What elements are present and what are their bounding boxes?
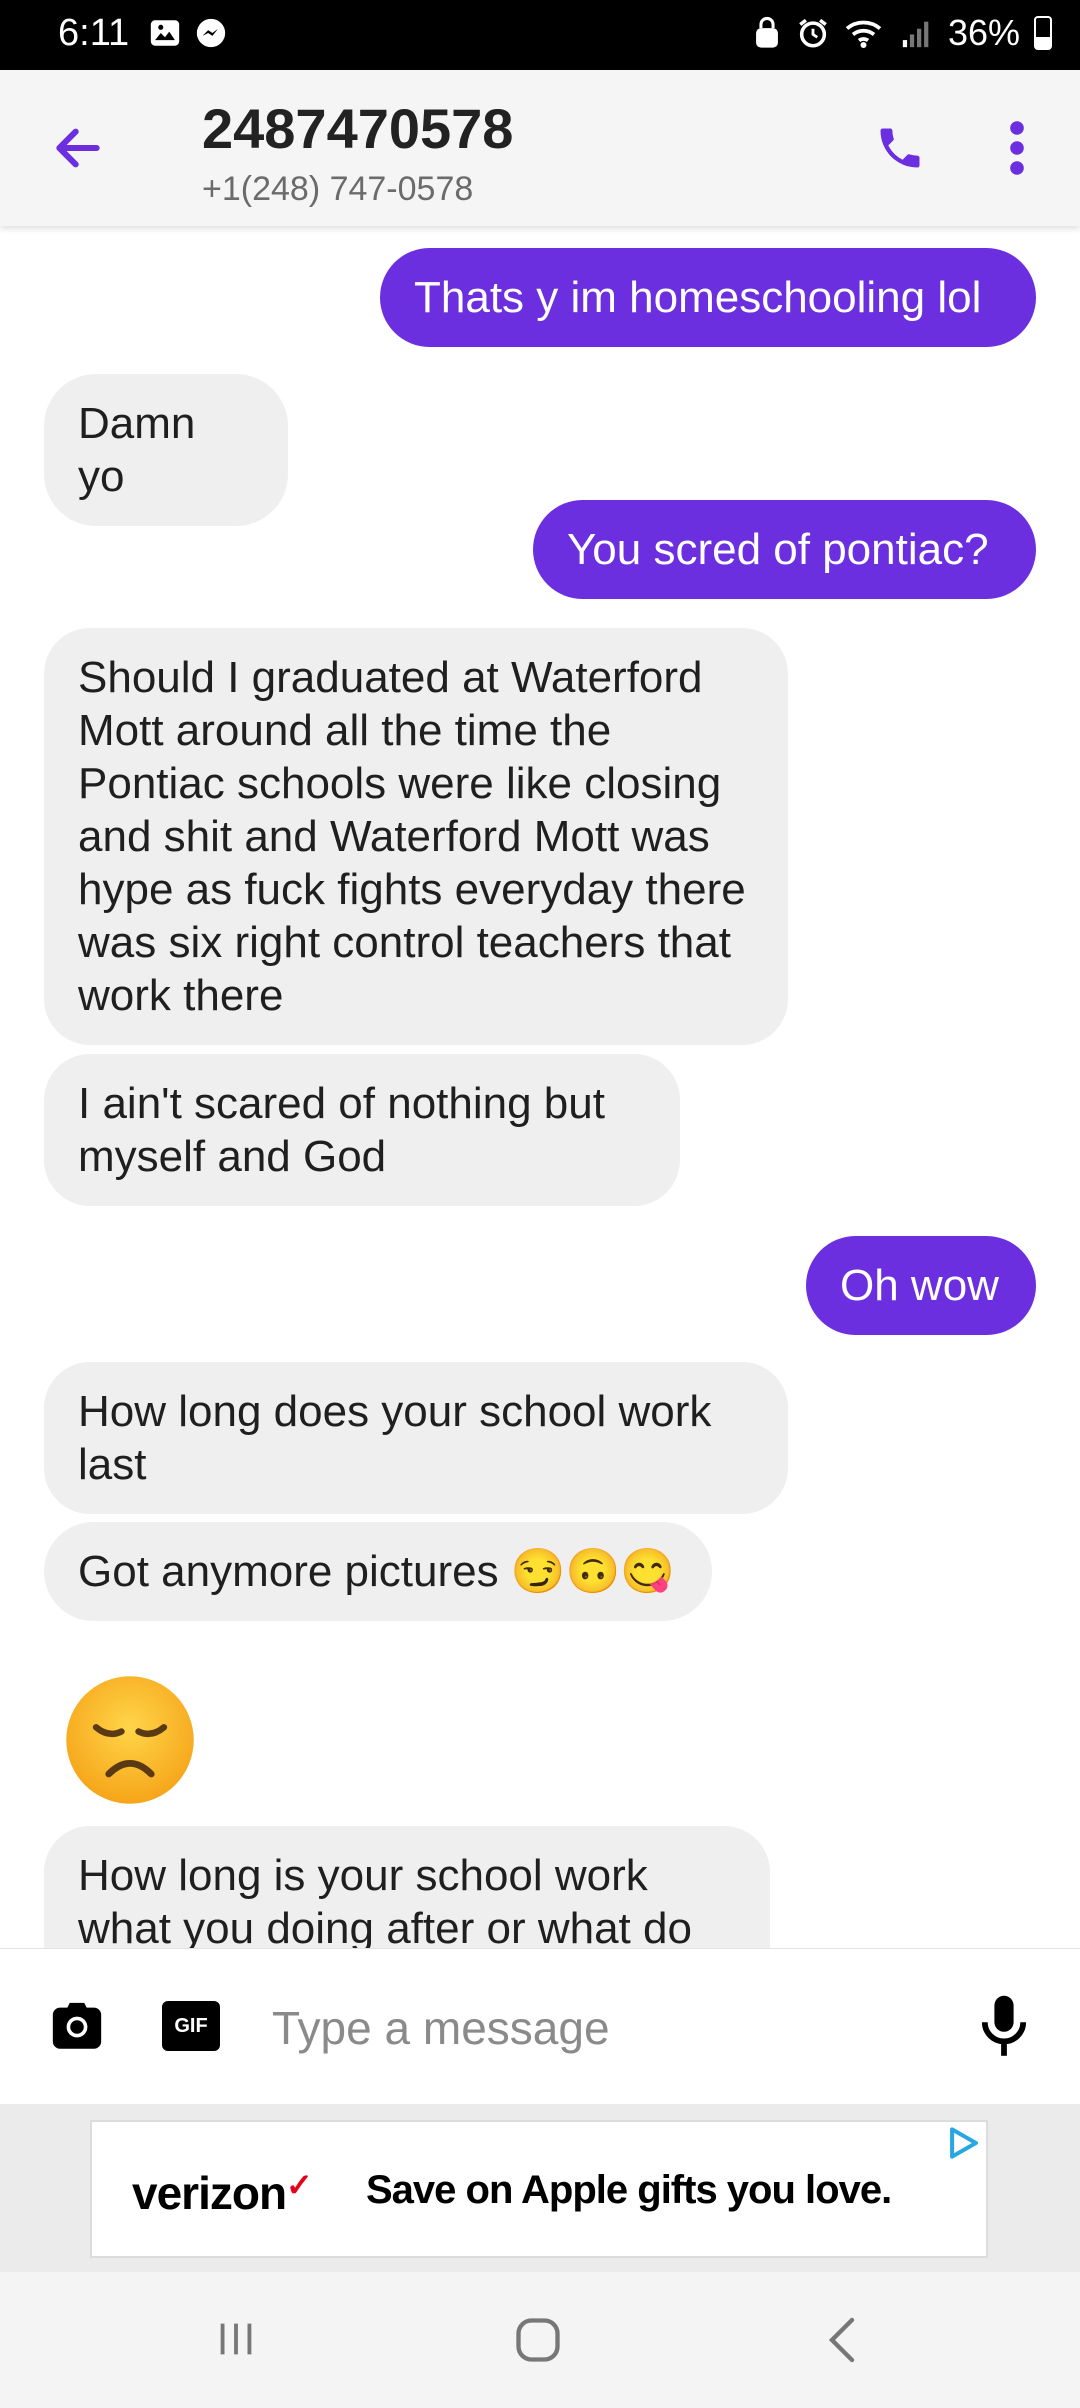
wifi-icon — [845, 20, 882, 48]
battery-icon — [1034, 16, 1052, 50]
message-bubble-outgoing[interactable]: Thats y im homeschooling lol — [380, 248, 1036, 347]
recent-apps-icon[interactable] — [212, 2316, 260, 2362]
disappointed-face-emoji-icon[interactable] — [62, 1672, 198, 1808]
lock-icon — [756, 16, 778, 48]
message-bubble-incoming[interactable]: I ain't scared of nothing but myself and… — [44, 1054, 680, 1206]
battery-percent: 36% — [947, 12, 1020, 53]
messenger-notification-icon — [196, 18, 226, 48]
back-arrow-icon[interactable] — [50, 120, 106, 176]
message-bubble-incoming[interactable]: Got anymore pictures 😏🙃😋 — [44, 1522, 712, 1621]
signal-icon — [902, 21, 929, 48]
ad-brand-logo: verizon✓ — [132, 2167, 313, 2219]
message-bubble-incoming[interactable]: Should I graduated at Waterford Mott aro… — [44, 628, 788, 1045]
contact-number: +1(248) 747-0578 — [202, 170, 474, 208]
conversation-header: 2487470578 +1(248) 747-0578 — [0, 70, 1080, 226]
ad-banner[interactable]: verizon✓ Save on Apple gifts you love. — [90, 2120, 988, 2258]
more-options-icon[interactable] — [1000, 120, 1034, 176]
message-input[interactable] — [270, 1987, 924, 2069]
nav-back-icon[interactable] — [822, 2316, 862, 2364]
ad-choices-icon[interactable] — [946, 2126, 982, 2160]
battery-fill — [1036, 37, 1050, 48]
alarm-icon — [799, 18, 827, 48]
phone-call-icon[interactable] — [874, 122, 926, 174]
home-icon[interactable] — [512, 2314, 564, 2366]
status-bar: 6:11 36% — [0, 0, 1080, 70]
system-nav-bar — [0, 2272, 1080, 2408]
message-bubble-outgoing[interactable]: Oh wow — [806, 1236, 1036, 1335]
microphone-icon[interactable] — [980, 1993, 1028, 2061]
message-bubble-incoming[interactable]: Damn yo — [44, 374, 288, 526]
message-bubble-incoming[interactable]: How long is your school work what you do… — [44, 1826, 770, 1948]
message-bubble-outgoing[interactable]: You scred of pontiac? — [533, 500, 1036, 599]
gallery-notification-icon — [150, 20, 180, 46]
contact-name: 2487470578 — [202, 97, 514, 160]
ad-area: verizon✓ Save on Apple gifts you love. — [0, 2104, 1080, 2272]
ad-text: Save on Apple gifts you love. — [366, 2168, 892, 2212]
message-list[interactable]: Thats y im homeschooling lol Damn yo You… — [0, 226, 1080, 1948]
status-time: 6:11 — [58, 12, 130, 54]
message-bubble-incoming[interactable]: How long does your school work last — [44, 1362, 788, 1514]
gif-button[interactable]: GIF — [162, 2001, 220, 2051]
camera-icon[interactable] — [48, 1999, 106, 2055]
message-composer: GIF — [0, 1948, 1080, 2105]
